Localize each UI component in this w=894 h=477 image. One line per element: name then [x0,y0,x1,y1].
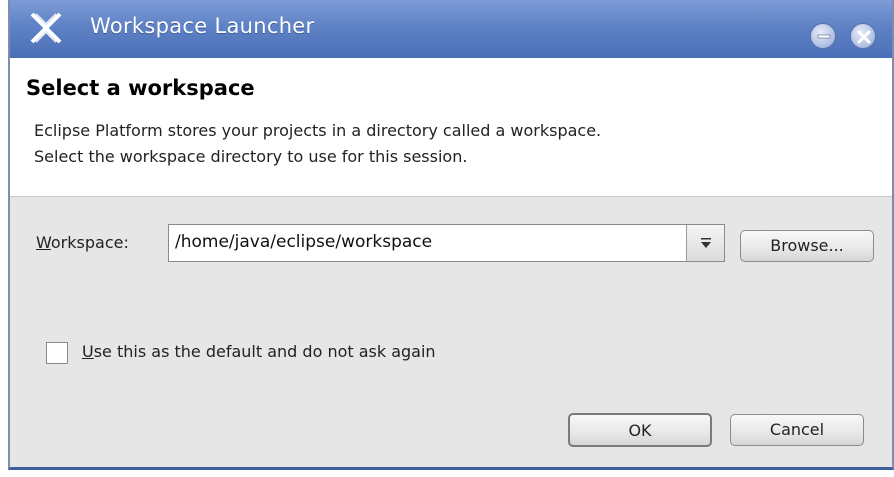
dialog-header: Select a workspace Eclipse Platform stor… [10,58,892,197]
default-workspace-label[interactable]: Use this as the default and do not ask a… [82,342,436,361]
header-description-line-2: Select the workspace directory to use fo… [34,147,468,166]
workspace-combo[interactable]: /home/java/eclipse/workspace [168,224,725,262]
cancel-button[interactable]: Cancel [730,414,864,446]
workspace-launcher-dialog: Workspace Launcher Select a workspace Ec… [8,0,894,470]
window-title: Workspace Launcher [90,14,315,38]
default-workspace-checkbox[interactable] [46,342,68,364]
eclipse-icon [28,10,64,46]
close-button[interactable] [850,23,876,49]
workspace-path-input[interactable]: /home/java/eclipse/workspace [175,232,432,252]
ok-button[interactable]: OK [568,413,712,447]
header-description-line-1: Eclipse Platform stores your projects in… [34,121,602,140]
default-workspace-label-mnemonic: U [82,342,94,361]
workspace-dropdown-button[interactable] [686,225,724,261]
browse-button[interactable]: Browse... [740,230,874,262]
workspace-label-text: orkspace: [50,233,129,252]
workspace-label-mnemonic: W [36,233,51,252]
workspace-label: Workspace: [36,233,129,252]
default-workspace-label-text: se this as the default and do not ask ag… [93,342,436,361]
page-title: Select a workspace [26,76,255,100]
minimize-button[interactable] [810,23,836,49]
title-bar[interactable]: Workspace Launcher [10,0,892,58]
